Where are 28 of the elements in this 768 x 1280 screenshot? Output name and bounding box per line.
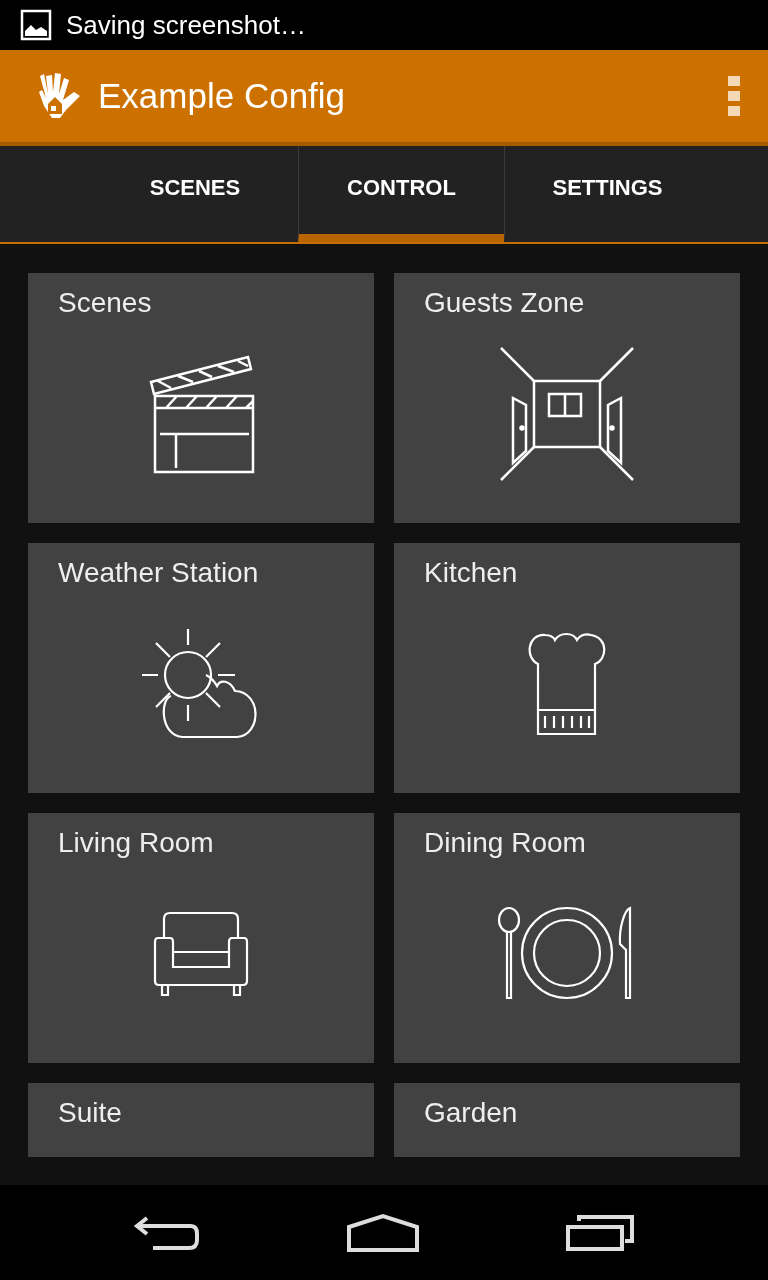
tile-label: Dining Room [424,827,586,859]
tile-label: Guests Zone [424,287,585,319]
room-tile[interactable]: Scenes [28,273,374,523]
overflow-menu-icon[interactable] [728,76,740,116]
app-title: Example Config [98,76,347,116]
back-icon[interactable] [132,1214,201,1252]
room-tile[interactable]: Garden [394,1083,740,1157]
home-icon[interactable] [346,1213,420,1253]
armchair-icon [152,911,250,997]
image-icon [20,9,52,41]
tile-label: Scenes [58,287,152,319]
tab[interactable]: CONTROL [298,146,504,242]
room-tile[interactable]: Dining Room [394,813,740,1063]
room-tile[interactable]: Kitchen [394,543,740,793]
room-tile[interactable]: Guests Zone [394,273,740,523]
tile-label: Kitchen [424,557,518,589]
room-tile[interactable]: Living Room [28,813,374,1063]
room-tile[interactable]: Weather Station [28,543,374,793]
tab[interactable]: SCENES [92,146,298,242]
tile-label: Living Room [58,827,214,859]
tile-label: Weather Station [58,557,259,589]
tab[interactable]: SETTINGS [504,146,710,242]
notification-text: Saving screenshot… [66,9,306,41]
room-tile[interactable]: Suite [28,1083,374,1157]
room-doors-icon [499,346,635,482]
recent-apps-icon[interactable] [565,1213,636,1253]
tile-label: Suite [58,1097,122,1129]
tile-label: Garden [424,1097,518,1129]
